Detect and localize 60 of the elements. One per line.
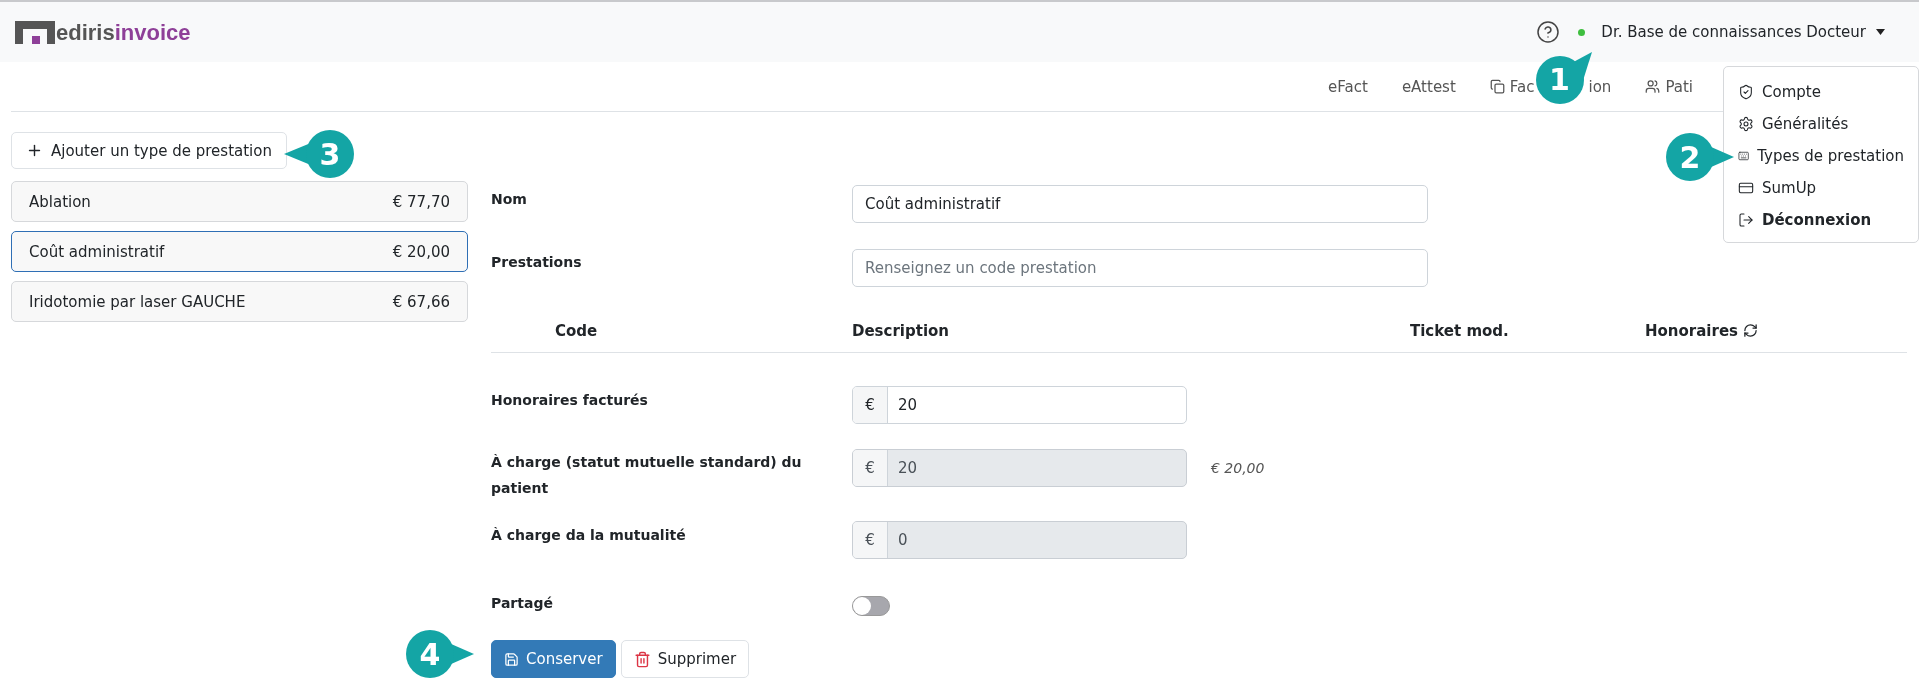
service-type-name: Ablation (29, 192, 91, 211)
callout-tooltip: 3 (284, 130, 354, 178)
field-label: À charge da la mutualité (491, 526, 687, 545)
field-label: À charge (statut mutuelle standard) du patient (491, 453, 803, 498)
amount-input[interactable]: 0 (888, 522, 1186, 558)
service-type-price: € 77,70 (392, 192, 450, 211)
amount-input[interactable]: 20 (888, 450, 1186, 486)
service-type-name: Coût administratif (29, 242, 165, 261)
service-type-price: € 67,66 (392, 292, 450, 311)
user-menu-button[interactable]: Dr. Base de connaissances Docteur (1601, 23, 1885, 41)
service-type-item[interactable]: Iridotomie par laser GAUCHE € 67,66 (11, 281, 468, 322)
column-header: Code (554, 321, 599, 340)
amount-input[interactable]: 20 (888, 387, 1186, 423)
amount-field[interactable]: € 20 (852, 449, 1187, 487)
nav-link[interactable]: eAttest (1401, 77, 1456, 96)
nav-link[interactable]: eFact (1328, 77, 1368, 96)
add-service-type-button[interactable]: Ajouter un type de prestation (11, 132, 287, 169)
menu-item[interactable]: Compte (1724, 76, 1918, 108)
amount-field[interactable]: € 20 (852, 386, 1187, 424)
logo-icon (15, 20, 55, 44)
service-type-item[interactable]: Ablation € 77,70 (11, 181, 468, 222)
credit-card-icon (1738, 180, 1754, 196)
name-input[interactable]: Coût administratif (852, 185, 1428, 223)
currency-addon: € (853, 450, 888, 486)
logout-icon (1738, 212, 1754, 228)
nav-link[interactable]: Pati (1645, 77, 1693, 96)
settings-icon (1738, 116, 1754, 132)
column-header: Ticket mod. (1410, 321, 1510, 340)
shared-toggle[interactable] (852, 596, 890, 616)
field-label: Honoraires facturés (491, 391, 649, 410)
currency-addon: € (853, 387, 888, 423)
users-icon (1645, 79, 1661, 94)
service-code-input[interactable]: Renseignez un code prestation (852, 249, 1428, 287)
save-icon (504, 651, 519, 667)
delete-button[interactable]: Supprimer (620, 640, 750, 678)
callout-tooltip: 1 (1535, 51, 1592, 104)
caret-icon (1876, 29, 1885, 35)
copy-icon (1489, 79, 1505, 94)
service-type-price: € 20,00 (392, 242, 450, 261)
trash-icon (633, 650, 651, 668)
help-icon[interactable] (1536, 20, 1561, 44)
currency-addon: € (853, 522, 888, 558)
field-label: Prestations (491, 253, 583, 272)
plus-icon (26, 142, 43, 159)
menu-item[interactable]: Déconnexion (1724, 204, 1918, 236)
field-label: Partagé (491, 594, 554, 613)
callout-tooltip: 4 (406, 630, 474, 678)
callout-tooltip: 2 (1666, 133, 1734, 181)
amount-field[interactable]: € 0 (852, 521, 1187, 559)
service-type-item[interactable]: Coût administratif € 20,00 (11, 231, 468, 272)
amount-hint: € 20,00 (1210, 459, 1266, 476)
column-header: Description (852, 321, 951, 340)
nav-link[interactable]: Fac (1489, 77, 1535, 96)
refresh-icon[interactable] (1743, 323, 1758, 338)
save-button[interactable]: Conserver (491, 640, 616, 678)
field-label: Nom (491, 190, 528, 209)
service-type-name: Iridotomie par laser GAUCHE (29, 292, 246, 311)
shield-check-icon (1738, 84, 1754, 100)
column-header: Honoraires (1645, 321, 1907, 340)
logo-text: edirisinvoice (56, 21, 191, 44)
